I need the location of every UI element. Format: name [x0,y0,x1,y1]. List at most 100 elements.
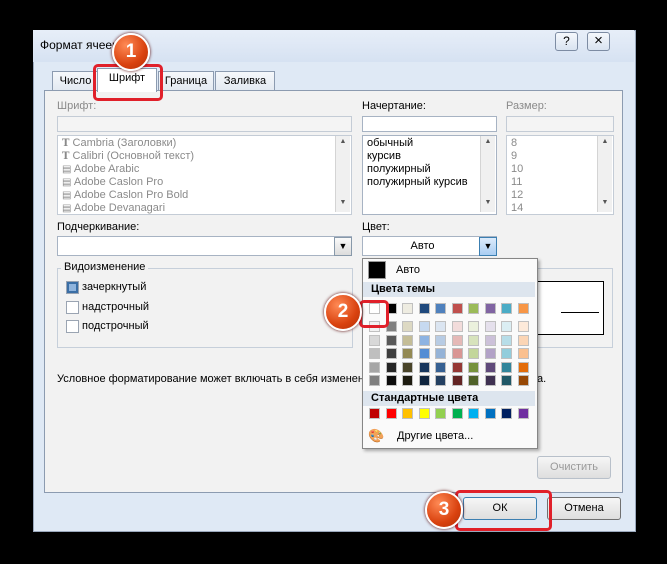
scroll-down-icon[interactable]: ▼ [598,199,612,206]
more-colors-link[interactable]: Другие цвета... [397,430,473,442]
list-item[interactable]: ▤ Adobe Caslon Pro [58,176,334,189]
scroll-down-icon[interactable]: ▼ [336,199,350,206]
standard-color-swatch[interactable] [386,408,397,419]
theme-shade-swatch[interactable] [402,334,413,346]
theme-shade-swatch[interactable] [435,375,446,386]
theme-shade-swatch[interactable] [501,334,512,346]
theme-shade-swatch[interactable] [518,321,529,332]
style-list-scrollbar[interactable]: ▲ ▼ [480,136,495,212]
size-list-scrollbar[interactable]: ▲ ▼ [597,136,612,212]
theme-shade-swatch[interactable] [518,361,529,373]
theme-shade-swatch[interactable] [485,321,496,332]
theme-shade-swatch[interactable] [435,334,446,346]
theme-shade-swatch[interactable] [501,348,512,359]
standard-color-swatch[interactable] [402,408,413,419]
theme-color-swatch[interactable] [501,303,512,314]
style-list[interactable]: обычный курсив полужирный полужирный кур… [362,135,497,215]
font-input[interactable] [57,116,352,132]
theme-shade-swatch[interactable] [468,361,479,373]
theme-shade-swatch[interactable] [452,361,463,373]
theme-shade-swatch[interactable] [468,334,479,346]
theme-shade-swatch[interactable] [402,321,413,332]
list-item[interactable]: обычный [363,137,496,150]
scroll-up-icon[interactable]: ▲ [598,138,612,145]
theme-shade-swatch[interactable] [485,361,496,373]
standard-color-swatch[interactable] [485,408,496,419]
theme-shade-swatch[interactable] [402,375,413,386]
theme-color-swatch[interactable] [468,303,479,314]
theme-shade-swatch[interactable] [369,361,380,373]
theme-color-swatch[interactable] [452,303,463,314]
theme-shade-swatch[interactable] [386,334,397,346]
standard-color-swatch[interactable] [369,408,380,419]
theme-shade-swatch[interactable] [485,348,496,359]
style-input[interactable] [362,116,497,132]
standard-color-swatch[interactable] [452,408,463,419]
tab-number[interactable]: Число [52,71,99,91]
theme-shade-swatch[interactable] [402,348,413,359]
strikethrough-checkbox[interactable] [66,281,79,294]
standard-color-swatch[interactable] [518,408,529,419]
theme-shade-swatch[interactable] [369,375,380,386]
theme-shade-swatch[interactable] [386,348,397,359]
scroll-up-icon[interactable]: ▲ [481,138,495,145]
list-item[interactable]: ▤ Adobe Devanagari [58,202,334,214]
theme-shade-swatch[interactable] [485,334,496,346]
tab-fill[interactable]: Заливка [215,71,275,91]
list-item[interactable]: T Calibri (Основной текст) [58,150,334,163]
theme-shade-swatch[interactable] [452,375,463,386]
list-item[interactable]: T Cambria (Заголовки) [58,137,334,150]
size-input[interactable] [506,116,614,132]
cancel-button[interactable]: Отмена [547,497,621,520]
underline-select[interactable] [57,236,352,256]
theme-shade-swatch[interactable] [501,321,512,332]
list-item[interactable]: ▤ Adobe Caslon Pro Bold [58,189,334,202]
list-item[interactable]: ▤ Adobe Arabic [58,163,334,176]
close-button[interactable]: × [587,32,610,51]
font-list[interactable]: T Cambria (Заголовки) T Calibri (Основно… [57,135,352,215]
subscript-checkbox[interactable] [66,320,79,333]
theme-shade-swatch[interactable] [501,375,512,386]
theme-color-swatch[interactable] [518,303,529,314]
standard-color-swatch[interactable] [419,408,430,419]
theme-shade-swatch[interactable] [402,361,413,373]
theme-shade-swatch[interactable] [501,361,512,373]
theme-shade-swatch[interactable] [452,348,463,359]
theme-color-swatch[interactable] [419,303,430,314]
theme-shade-swatch[interactable] [518,375,529,386]
help-button[interactable]: ? [555,32,578,51]
chevron-down-icon[interactable]: ▼ [479,237,497,256]
clear-button[interactable]: Очистить [537,456,611,479]
standard-color-swatch[interactable] [468,408,479,419]
theme-color-swatch[interactable] [485,303,496,314]
theme-shade-swatch[interactable] [468,375,479,386]
theme-shade-swatch[interactable] [518,334,529,346]
standard-color-swatch[interactable] [435,408,446,419]
list-item[interactable]: полужирный [363,163,496,176]
theme-shade-swatch[interactable] [419,361,430,373]
theme-shade-swatch[interactable] [468,321,479,332]
color-select[interactable]: Авто [362,236,497,256]
theme-shade-swatch[interactable] [435,348,446,359]
theme-shade-swatch[interactable] [419,375,430,386]
theme-shade-swatch[interactable] [419,321,430,332]
superscript-checkbox[interactable] [66,301,79,314]
scroll-down-icon[interactable]: ▼ [481,199,495,206]
theme-shade-swatch[interactable] [435,321,446,332]
theme-color-swatch[interactable] [435,303,446,314]
scroll-up-icon[interactable]: ▲ [336,138,350,145]
list-item[interactable]: полужирный курсив [363,176,496,189]
theme-shade-swatch[interactable] [419,348,430,359]
tab-border[interactable]: Граница [158,71,214,91]
theme-shade-swatch[interactable] [419,334,430,346]
theme-shade-swatch[interactable] [452,334,463,346]
theme-shade-swatch[interactable] [369,334,380,346]
theme-shade-swatch[interactable] [468,348,479,359]
chevron-down-icon[interactable]: ▼ [334,237,352,256]
theme-shade-swatch[interactable] [485,375,496,386]
theme-color-swatch[interactable] [402,303,413,314]
theme-shade-swatch[interactable] [386,361,397,373]
theme-shade-swatch[interactable] [369,348,380,359]
font-list-scrollbar[interactable]: ▲ ▼ [335,136,350,212]
theme-shade-swatch[interactable] [518,348,529,359]
